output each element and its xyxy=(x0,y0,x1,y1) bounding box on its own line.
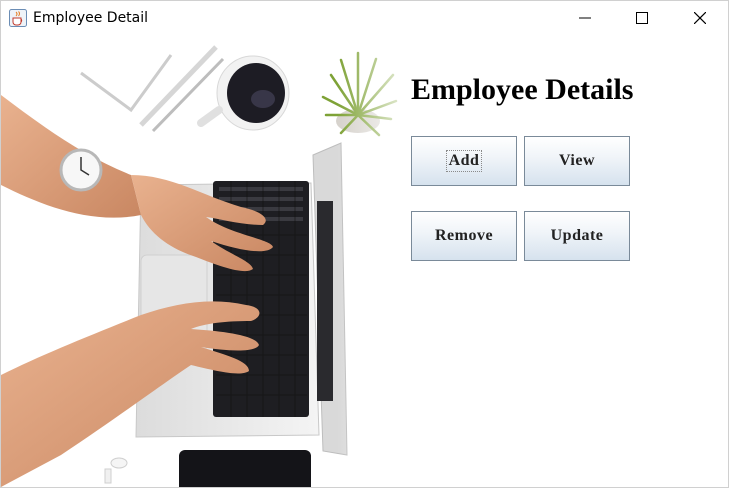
close-icon xyxy=(694,12,706,24)
add-button[interactable]: Add xyxy=(411,136,517,186)
view-button[interactable]: View xyxy=(524,136,630,186)
remove-button-label: Remove xyxy=(434,227,494,244)
view-button-label: View xyxy=(558,152,596,169)
page-heading: Employee Details xyxy=(411,73,634,106)
maximize-icon xyxy=(636,12,648,24)
maximize-button[interactable] xyxy=(613,1,671,35)
workspace-photo xyxy=(1,35,421,487)
close-button[interactable] xyxy=(671,1,728,35)
java-cup-icon xyxy=(9,9,27,27)
window-title: Employee Detail xyxy=(33,10,149,26)
minimize-button[interactable] xyxy=(556,1,614,35)
app-window: Employee Detail Employee Details Add Vie… xyxy=(0,0,729,488)
update-button[interactable]: Update xyxy=(524,211,630,261)
content-panel: Employee Details Add View Remove Update xyxy=(1,35,728,487)
minimize-icon xyxy=(579,17,591,19)
title-bar[interactable]: Employee Detail xyxy=(1,1,728,35)
update-button-label: Update xyxy=(550,227,604,244)
add-button-label: Add xyxy=(445,150,483,172)
remove-button[interactable]: Remove xyxy=(411,211,517,261)
